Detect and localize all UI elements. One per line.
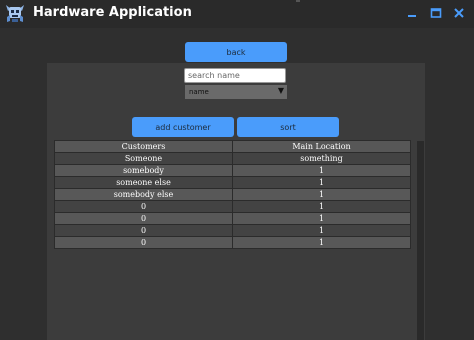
search-input[interactable] [184,68,286,83]
customer-cell: 0 [55,201,232,212]
drag-handle[interactable] [296,0,300,2]
location-cell: 1 [233,237,410,248]
location-cell: 1 [233,189,410,200]
minimize-icon[interactable] [405,6,419,20]
sort-field-select[interactable]: name ▼ [185,85,287,99]
sort-field-value: name [189,88,209,96]
location-cell: 1 [233,213,410,224]
title-bar[interactable]: Hardware Application [0,0,474,28]
table-row[interactable]: 0 1 [55,201,410,212]
table-row[interactable]: 0 1 [55,237,410,248]
vertical-scrollbar[interactable] [417,141,424,340]
customers-table: Customers Main Location Someone somethin… [54,140,411,249]
customer-cell: 0 [55,213,232,224]
close-icon[interactable] [452,6,466,20]
window-title: Hardware Application [33,5,192,20]
column-header-customers[interactable]: Customers [55,141,232,152]
customer-cell: somebody else [55,189,232,200]
column-header-main-location[interactable]: Main Location [233,141,410,152]
back-button[interactable]: back [185,42,287,62]
customer-cell: someone else [55,177,232,188]
location-cell: 1 [233,165,410,176]
table-header-row: Customers Main Location [55,141,410,152]
table-row[interactable]: someone else 1 [55,177,410,188]
dropdown-arrow-icon: ▼ [277,86,284,95]
customer-cell: Someone [55,153,232,164]
sort-button[interactable]: sort [237,117,339,137]
customer-cell: somebody [55,165,232,176]
table-row[interactable]: Someone something [55,153,410,164]
table-row[interactable]: 0 1 [55,213,410,224]
customer-cell: 0 [55,237,232,248]
app-robot-icon [6,5,24,22]
maximize-icon[interactable] [429,6,443,20]
add-customer-button[interactable]: add customer [132,117,234,137]
location-cell: 1 [233,225,410,236]
location-cell: 1 [233,201,410,212]
location-cell: 1 [233,177,410,188]
location-cell: something [233,153,410,164]
table-row[interactable]: somebody else 1 [55,189,410,200]
customer-cell: 0 [55,225,232,236]
table-row[interactable]: 0 1 [55,225,410,236]
table-row[interactable]: somebody 1 [55,165,410,176]
